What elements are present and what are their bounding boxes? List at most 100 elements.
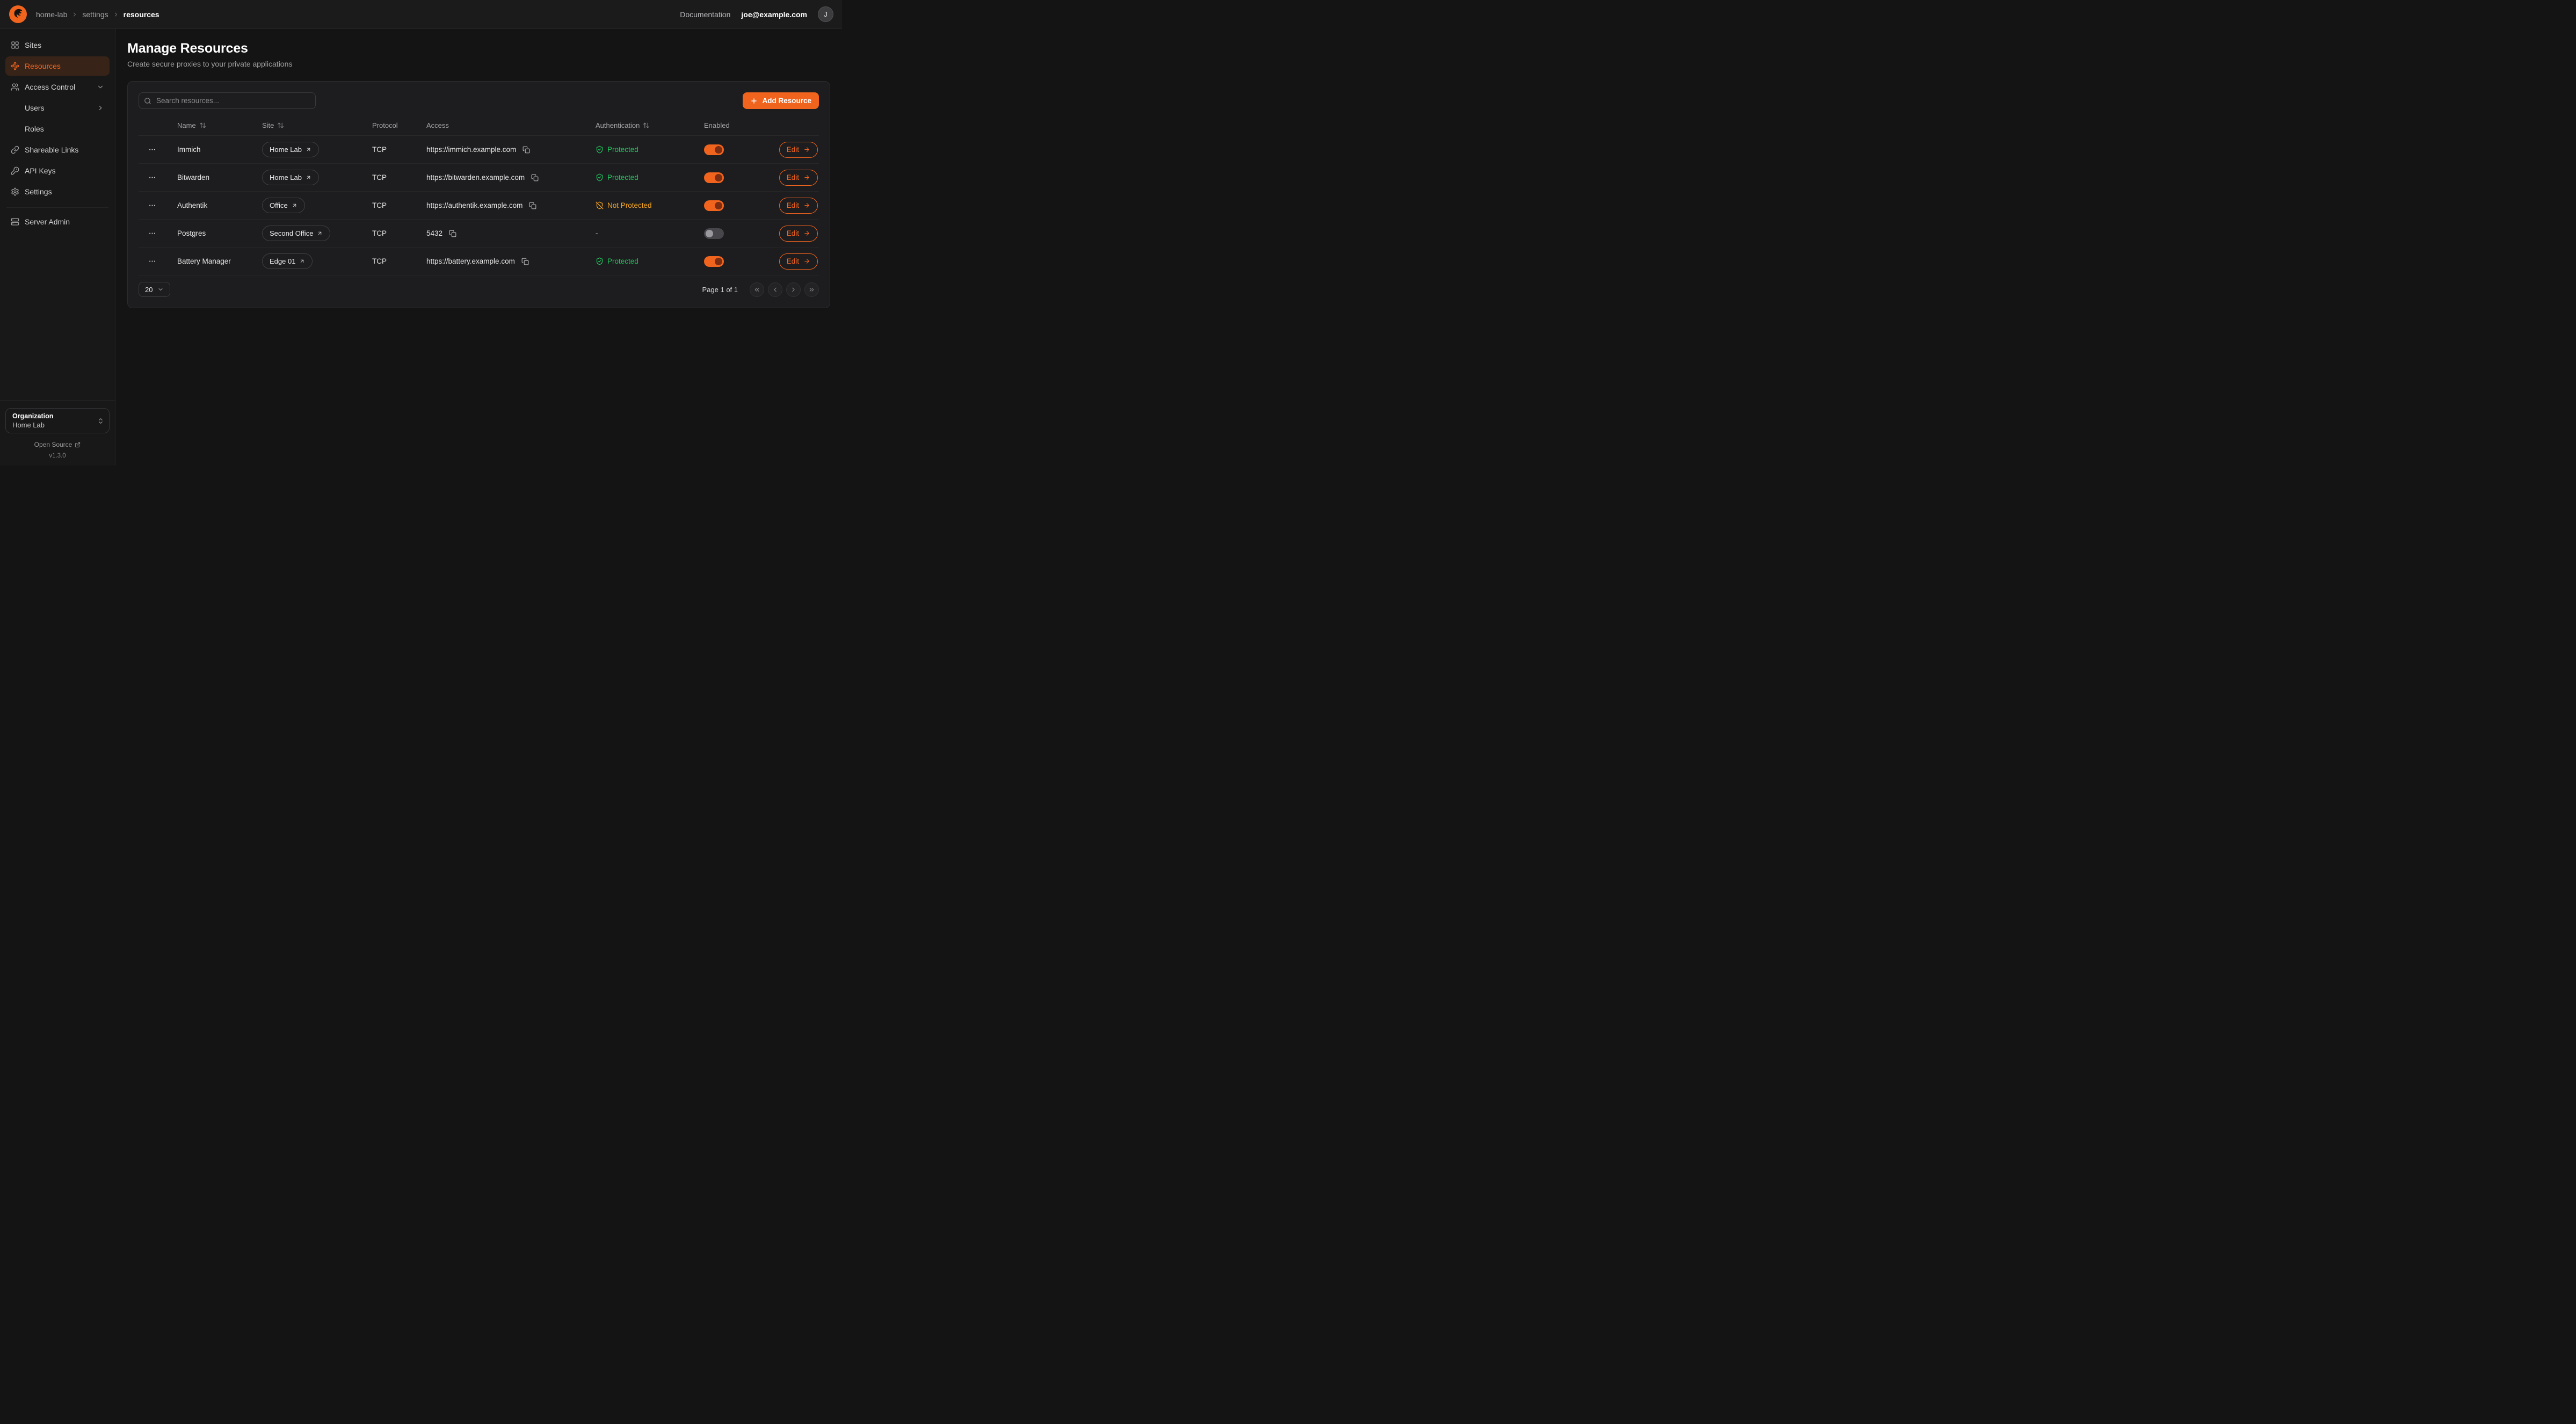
edit-button[interactable]: Edit — [779, 198, 818, 214]
sidebar-item-shareable-links[interactable]: Shareable Links — [5, 140, 110, 159]
access-value: https://authentik.example.com — [426, 201, 523, 209]
sort-name-header[interactable]: Name — [177, 121, 262, 129]
arrow-right-icon — [803, 174, 810, 181]
sidebar-item-label: Access Control — [25, 83, 75, 91]
avatar[interactable]: J — [818, 6, 833, 22]
row-menu-button[interactable] — [146, 199, 158, 212]
site-name: Second Office — [270, 229, 313, 237]
auth-status-label: Protected — [607, 146, 638, 154]
row-menu-button[interactable] — [146, 227, 158, 239]
row-menu-button[interactable] — [146, 143, 158, 156]
site-link[interactable]: Office — [262, 198, 305, 213]
sidebar-item-sites[interactable]: Sites — [5, 35, 110, 55]
copy-icon[interactable] — [520, 257, 530, 266]
sidebar-item-resources[interactable]: Resources — [5, 56, 110, 76]
open-source-label: Open Source — [34, 441, 72, 448]
sidebar: Sites Resources Access Control Users Rol — [0, 29, 115, 466]
sidebar-item-roles[interactable]: Roles — [5, 119, 110, 139]
card-toolbar: Add Resource — [139, 92, 819, 109]
search-wrap — [139, 92, 316, 109]
arrow-up-right-icon — [306, 147, 311, 152]
shield-check-icon — [596, 173, 604, 181]
page-title: Manage Resources — [127, 41, 830, 56]
sidebar-divider — [6, 207, 108, 208]
site-link[interactable]: Home Lab — [262, 142, 319, 157]
site-name: Home Lab — [270, 173, 302, 181]
auth-status-label: Not Protected — [607, 201, 652, 209]
search-input[interactable] — [139, 92, 316, 109]
arrow-right-icon — [803, 202, 810, 209]
arrow-up-right-icon — [292, 202, 297, 208]
auth-status-cell: Protected — [596, 257, 704, 265]
access-value: https://bitwarden.example.com — [426, 173, 525, 181]
server-icon — [11, 217, 19, 226]
edit-button[interactable]: Edit — [779, 226, 818, 242]
site-link[interactable]: Edge 01 — [262, 253, 313, 269]
page-subtitle: Create secure proxies to your private ap… — [127, 60, 830, 68]
last-page-button[interactable] — [804, 282, 819, 297]
sort-icon — [643, 122, 650, 129]
plus-icon — [750, 97, 758, 105]
pager — [750, 282, 819, 297]
grid-icon — [11, 41, 19, 49]
edit-button[interactable]: Edit — [779, 142, 818, 158]
protocol-value: TCP — [372, 257, 426, 265]
documentation-link[interactable]: Documentation — [680, 10, 730, 19]
row-menu-button[interactable] — [146, 171, 158, 184]
copy-icon[interactable] — [530, 173, 540, 183]
enabled-toggle[interactable] — [704, 256, 724, 267]
sidebar-item-label: Resources — [25, 62, 61, 70]
sidebar-item-label: Sites — [25, 41, 41, 49]
breadcrumb-settings[interactable]: settings — [82, 10, 108, 19]
protocol-value: TCP — [372, 146, 426, 154]
resource-name: Battery Manager — [177, 257, 262, 265]
table-row: Authentik Office TCP https://authentik.e… — [139, 192, 819, 220]
sort-authentication-header[interactable]: Authentication — [596, 121, 704, 129]
table-row: Postgres Second Office TCP 5432 - — [139, 220, 819, 248]
waypoints-icon — [11, 62, 19, 70]
sort-site-header[interactable]: Site — [262, 121, 372, 129]
chevrons-up-down-icon — [97, 417, 104, 424]
sidebar-item-server-admin[interactable]: Server Admin — [5, 212, 110, 231]
auth-status-label: Protected — [607, 257, 638, 265]
sidebar-item-api-keys[interactable]: API Keys — [5, 161, 110, 180]
chevron-down-icon — [157, 286, 164, 293]
copy-icon[interactable] — [521, 145, 531, 155]
row-menu-button[interactable] — [146, 255, 158, 267]
open-source-link[interactable]: Open Source — [5, 441, 110, 448]
edit-button[interactable]: Edit — [779, 253, 818, 270]
enabled-toggle[interactable] — [704, 172, 724, 183]
breadcrumb-org[interactable]: home-lab — [36, 10, 67, 19]
copy-icon[interactable] — [528, 201, 538, 210]
arrow-right-icon — [803, 146, 810, 153]
add-resource-button[interactable]: Add Resource — [743, 92, 819, 109]
sidebar-item-label: Settings — [25, 187, 52, 196]
copy-icon[interactable] — [448, 229, 458, 238]
sidebar-item-users[interactable]: Users — [5, 98, 110, 118]
page-size-select[interactable]: 20 — [139, 282, 170, 297]
first-page-button[interactable] — [750, 282, 764, 297]
edit-button[interactable]: Edit — [779, 170, 818, 186]
edit-label: Edit — [787, 257, 799, 265]
site-name: Home Lab — [270, 146, 302, 154]
resources-card: Add Resource Name Site — [127, 81, 830, 308]
enabled-toggle[interactable] — [704, 144, 724, 155]
table-row: Bitwarden Home Lab TCP https://bitwarden… — [139, 164, 819, 192]
page-size-value: 20 — [145, 286, 153, 294]
next-page-button[interactable] — [786, 282, 801, 297]
sidebar-item-label: Users — [25, 104, 45, 112]
sidebar-item-access-control[interactable]: Access Control — [5, 77, 110, 97]
shield-check-icon — [596, 257, 604, 265]
enabled-toggle[interactable] — [704, 200, 724, 211]
app-logo-icon[interactable] — [9, 5, 27, 24]
prev-page-button[interactable] — [768, 282, 782, 297]
resource-name: Immich — [177, 146, 262, 154]
enabled-toggle[interactable] — [704, 228, 724, 239]
site-link[interactable]: Second Office — [262, 226, 330, 241]
chevron-right-icon — [71, 11, 78, 18]
sidebar-item-settings[interactable]: Settings — [5, 182, 110, 201]
organization-selector[interactable]: Organization Home Lab — [5, 408, 110, 433]
user-email[interactable]: joe@example.com — [741, 10, 807, 19]
edit-label: Edit — [787, 201, 799, 209]
site-link[interactable]: Home Lab — [262, 170, 319, 185]
